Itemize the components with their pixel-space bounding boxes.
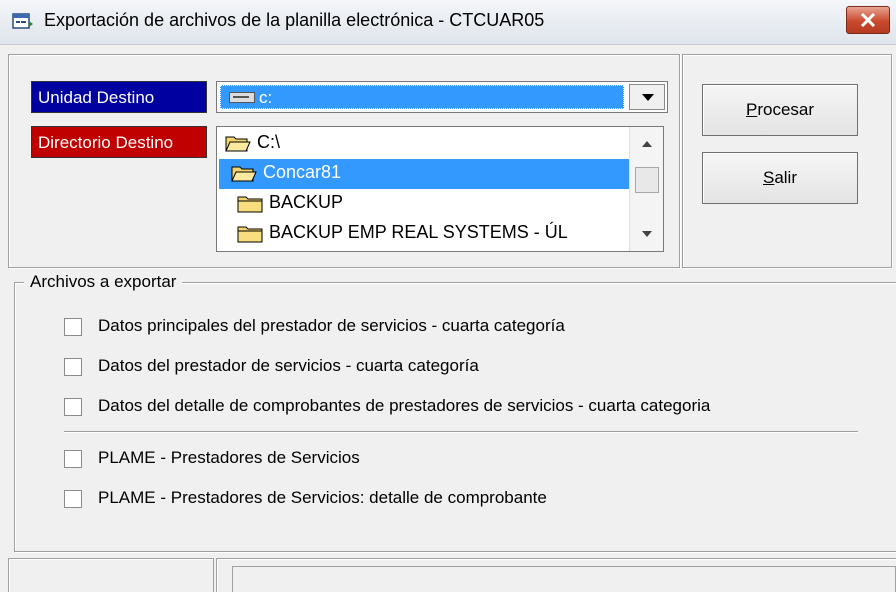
process-button[interactable]: Procesar xyxy=(702,84,858,136)
export-dialog: { "window": { "title": "Exportación de a… xyxy=(0,0,896,592)
open-folder-icon xyxy=(225,136,251,152)
open-folder-icon xyxy=(231,166,257,182)
files-group-legend: Archivos a exportar xyxy=(24,272,183,292)
file-option-checkbox[interactable] xyxy=(64,490,82,508)
directory-item[interactable]: BACKUP EMP REAL SYSTEMS - ÚL xyxy=(219,219,629,249)
directory-scrollbar[interactable] xyxy=(629,127,663,251)
options-divider xyxy=(64,431,858,433)
scroll-up-arrow-icon[interactable] xyxy=(642,141,652,147)
directory-name: BACKUP xyxy=(269,192,344,212)
app-window-icon xyxy=(12,13,33,29)
file-option-label: Datos del prestador de servicios - cuart… xyxy=(98,356,479,375)
directory-item[interactable]: BACKUP xyxy=(219,189,629,219)
file-option-checkbox[interactable] xyxy=(64,398,82,416)
dropdown-arrow-button[interactable] xyxy=(629,84,665,110)
directory-destination-label: Directorio Destino xyxy=(31,126,207,158)
directory-name: Concar81 xyxy=(263,162,342,182)
file-option-checkbox[interactable] xyxy=(64,358,82,376)
unit-destination-select[interactable]: c: xyxy=(216,81,668,113)
directory-name: C:\ xyxy=(257,132,281,152)
file-option-checkbox[interactable] xyxy=(64,318,82,336)
file-option-checkbox[interactable] xyxy=(64,450,82,468)
status-field xyxy=(232,566,896,592)
scroll-thumb[interactable] xyxy=(635,167,659,193)
folder-icon xyxy=(237,196,263,213)
unit-destination-label: Unidad Destino xyxy=(31,81,207,113)
close-icon xyxy=(860,13,876,27)
window-title: Exportación de archivos de la planilla e… xyxy=(44,10,545,30)
exit-label: alir xyxy=(774,168,797,187)
file-option-label: Datos principales del prestador de servi… xyxy=(98,316,565,335)
exit-button[interactable]: Salir xyxy=(702,152,858,204)
directory-item-selected[interactable]: Concar81 xyxy=(219,159,629,189)
unit-value-text: c: xyxy=(259,88,273,107)
exit-accel: S xyxy=(762,168,775,187)
process-label: rocesar xyxy=(757,100,815,119)
file-option-label: PLAME - Prestadores de Servicios xyxy=(98,448,360,467)
status-panel-left xyxy=(8,558,214,592)
close-button[interactable] xyxy=(846,6,890,34)
title-bar[interactable]: Exportación de archivos de la planilla e… xyxy=(0,0,896,45)
folder-icon xyxy=(237,226,263,243)
scroll-down-arrow-icon[interactable] xyxy=(642,231,652,237)
file-option-label: PLAME - Prestadores de Servicios: detall… xyxy=(98,488,547,507)
directory-item[interactable]: C:\ xyxy=(219,129,459,159)
unit-selected-value: c: xyxy=(220,85,624,109)
process-accel: P xyxy=(745,100,758,119)
directory-list[interactable]: C:\ Concar81 BACKUP BACKUP EMP REAL SYST… xyxy=(216,126,664,252)
file-option-label: Datos del detalle de comprobantes de pre… xyxy=(98,396,711,415)
drive-icon xyxy=(229,92,255,103)
directory-name: BACKUP EMP REAL SYSTEMS - ÚL xyxy=(269,222,568,242)
